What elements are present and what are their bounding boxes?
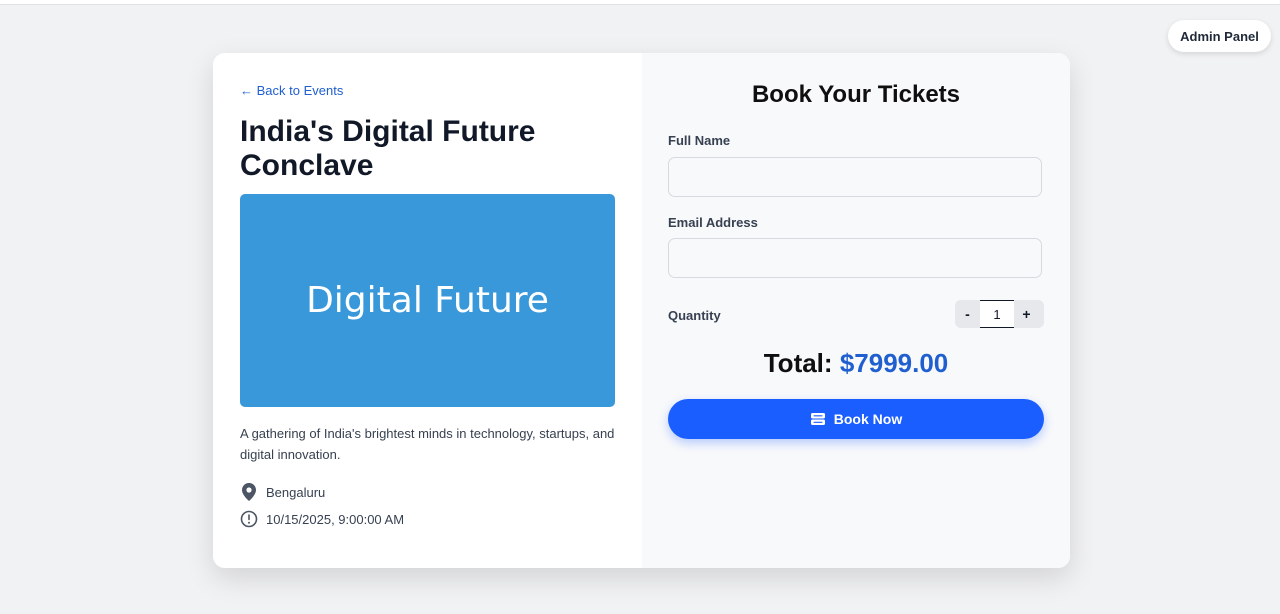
quantity-label: Quantity xyxy=(668,308,721,323)
increment-button[interactable]: + xyxy=(1014,300,1039,328)
total-label: Total: xyxy=(763,348,833,378)
map-pin-icon xyxy=(240,483,258,501)
full-name-label: Full Name xyxy=(668,133,731,148)
event-datetime-text: 10/15/2025, 9:00:00 AM xyxy=(266,511,405,527)
top-bar xyxy=(0,0,1280,5)
quantity-stepper: - + xyxy=(955,300,1044,328)
banner-text: Digital Future xyxy=(306,280,549,321)
booking-panel: Book Your Tickets Full Name Email Addres… xyxy=(642,53,1070,568)
clock-icon xyxy=(240,510,258,528)
decrement-button[interactable]: - xyxy=(955,300,980,328)
event-datetime: 10/15/2025, 9:00:00 AM xyxy=(240,510,404,528)
total-price: Total: $7999.00 xyxy=(642,348,1070,379)
booking-title: Book Your Tickets xyxy=(751,81,961,108)
ticket-icon xyxy=(810,411,826,427)
quantity-input[interactable] xyxy=(980,300,1014,328)
event-description: A gathering of India's brightest minds i… xyxy=(240,426,615,462)
email-input[interactable] xyxy=(668,238,1042,278)
event-booking-card: ← Back to Events India's Digital Future … xyxy=(213,53,1070,568)
email-label: Email Address xyxy=(668,215,758,230)
back-to-events-link[interactable]: ← Back to Events xyxy=(240,83,343,98)
full-name-input[interactable] xyxy=(668,157,1042,197)
event-location: Bengaluru xyxy=(240,483,325,501)
book-now-label: Book Now xyxy=(833,411,903,427)
total-amount: $7999.00 xyxy=(839,348,949,378)
event-title: India's Digital Future Conclave xyxy=(240,115,536,182)
event-details-panel: ← Back to Events India's Digital Future … xyxy=(213,53,642,568)
event-banner-image: Digital Future xyxy=(240,194,615,407)
book-now-button[interactable]: Book Now xyxy=(668,399,1044,439)
event-location-text: Bengaluru xyxy=(266,484,326,500)
admin-panel-button[interactable]: Admin Panel xyxy=(1168,20,1271,52)
